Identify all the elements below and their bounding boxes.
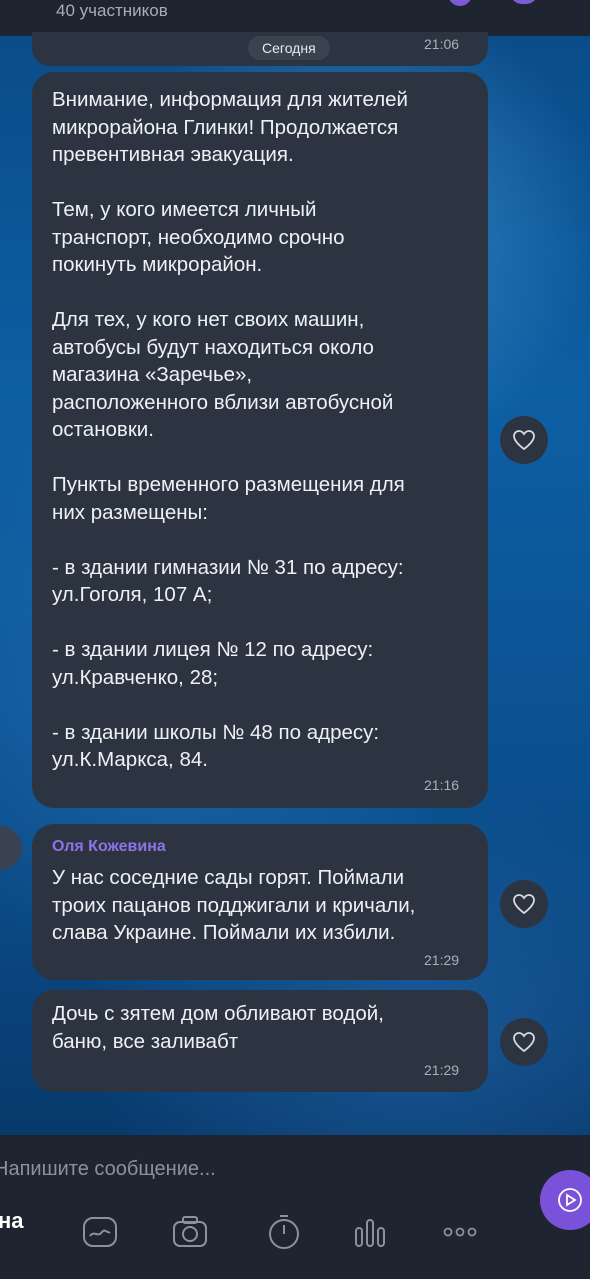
sender-name[interactable]: Оля Кожевина xyxy=(52,838,166,856)
sticker-icon[interactable] xyxy=(80,1212,120,1252)
date-separator-time: 21:06 xyxy=(424,36,460,52)
audio-icon[interactable] xyxy=(350,1212,390,1252)
message-time: 21:29 xyxy=(424,952,460,968)
message-time: 21:29 xyxy=(424,1062,460,1078)
message-time: 21:16 xyxy=(424,777,460,793)
message-text: Внимание, информация для жителей микрора… xyxy=(52,88,409,771)
edge-text: на xyxy=(0,1208,24,1233)
message-text: У нас соседние сады горят. Поймали троих… xyxy=(52,866,416,944)
camera-icon[interactable] xyxy=(170,1212,210,1252)
message-text: Дочь с зятем дом обливают водой, баню, в… xyxy=(52,1002,384,1053)
call-icon[interactable] xyxy=(448,0,472,6)
menu-icon[interactable] xyxy=(510,0,538,4)
message-bubble[interactable]: Внимание, информация для жителей микрора… xyxy=(32,72,488,808)
heart-icon[interactable] xyxy=(500,1018,548,1066)
send-icon xyxy=(558,1188,582,1212)
message-composer xyxy=(0,1135,590,1279)
heart-icon[interactable] xyxy=(500,416,548,464)
message-bubble[interactable]: Дочь с зятем дом обливают водой, баню, в… xyxy=(32,990,488,1092)
timer-icon[interactable] xyxy=(264,1212,304,1252)
participants-count: 40 участников xyxy=(56,1,168,20)
chat-header[interactable]: 40 участников xyxy=(0,0,590,36)
more-icon[interactable] xyxy=(440,1212,480,1252)
date-separator: Сегодня xyxy=(248,36,330,60)
message-input[interactable]: Напишите сообщение... xyxy=(0,1158,216,1181)
message-bubble[interactable]: Оля Кожевина У нас соседние сады горят. … xyxy=(32,824,488,980)
heart-icon[interactable] xyxy=(500,880,548,928)
